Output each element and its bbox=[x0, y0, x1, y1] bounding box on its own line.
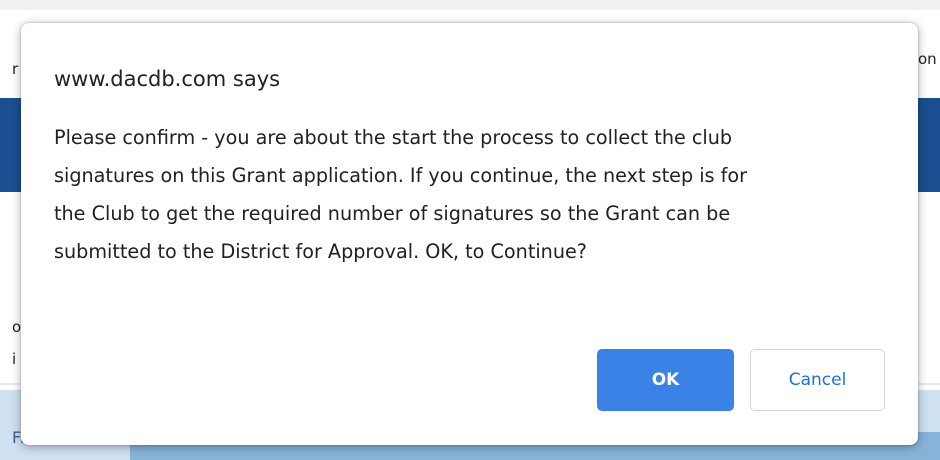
background-top-strip bbox=[0, 0, 940, 10]
background-text-fragment: o bbox=[12, 318, 22, 336]
background-text-fragment: r bbox=[12, 60, 19, 78]
dialog-message: Please confirm - you are about the start… bbox=[54, 126, 748, 263]
cancel-button[interactable]: Cancel bbox=[750, 349, 885, 411]
ok-button[interactable]: OK bbox=[597, 349, 734, 411]
confirm-dialog: www.dacdb.com says Please confirm - you … bbox=[21, 23, 918, 445]
background-text-fragment: i bbox=[12, 350, 17, 368]
dialog-title: www.dacdb.com says bbox=[54, 67, 281, 91]
background-text-fragment: on bbox=[918, 50, 937, 68]
